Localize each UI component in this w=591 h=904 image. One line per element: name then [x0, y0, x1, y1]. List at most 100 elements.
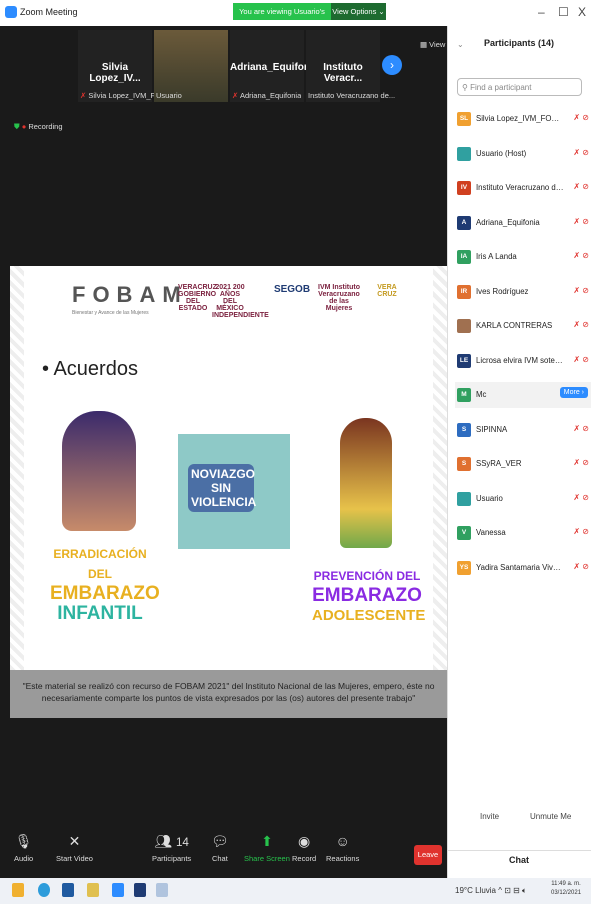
window-icon[interactable]	[156, 883, 168, 897]
participant-name: Usuario	[476, 493, 503, 503]
invite-button[interactable]: Invite	[480, 812, 499, 821]
next-page-icon[interactable]: ›	[382, 55, 402, 75]
mic-video-muted-icon: ✗ ⊘	[573, 354, 589, 364]
avatar	[457, 319, 471, 333]
video-tile[interactable]: Silvia Lopez_IV... ✗ Silvia Lopez_IVM_FO…	[78, 30, 172, 102]
participant-row[interactable]: IR Ives Rodríguez ✗ ⊘	[455, 279, 591, 305]
mic-muted-icon: ✗	[232, 91, 239, 100]
slide-disclaimer: "Este material se realizó con recurso de…	[10, 670, 447, 718]
chrome-icon[interactable]	[38, 883, 50, 897]
tile-subname: Usuario	[156, 91, 182, 100]
clock: 11:49 a. m. 03/12/2021	[551, 881, 582, 896]
avatar: S	[457, 422, 471, 437]
avatar: M	[457, 388, 471, 402]
participant-row[interactable]: IA Iris A Landa ✗ ⊘	[455, 244, 591, 270]
participant-name: Licrosa elvira IVM soteapan	[476, 355, 564, 365]
tile-subname: Instituto Veracruzano de...	[308, 91, 396, 100]
mic-video-muted-icon: ✗ ⊘	[573, 182, 589, 191]
view-button[interactable]: ▦ View	[420, 40, 445, 49]
shared-screen-slide: FOBAM Bienestar y Avance de las Mujeres …	[10, 266, 447, 670]
participant-name: Usuario (Host)	[476, 148, 527, 158]
participant-row[interactable]: LE Licrosa elvira IVM soteapan ✗ ⊘	[455, 348, 591, 374]
decorative-border	[10, 266, 24, 670]
audio-button[interactable]: 🎙︎ Audio	[14, 832, 33, 863]
participants-button[interactable]: 👥︎ 14 Participants	[152, 832, 191, 863]
participants-icon: 👥︎ 14	[154, 833, 189, 849]
tile-name: Silvia Lopez_IV...	[89, 62, 141, 84]
zoom-logo-icon	[5, 6, 17, 18]
notes-icon[interactable]	[87, 883, 99, 897]
panel-title: Participants (14)	[483, 38, 555, 48]
mic-video-muted-icon: ✗ ⊘	[573, 458, 589, 467]
participant-name: Yadira Santamaria Viveros	[476, 562, 564, 572]
video-tile[interactable]: Instituto Veracr... Instituto Veracruzan…	[306, 30, 395, 102]
video-tile[interactable]: Adriana_Equifonia ✗ Adriana_Equifonia	[230, 30, 319, 102]
decorative-border	[433, 266, 447, 670]
participant-row[interactable]: M Mc More ›	[455, 382, 591, 408]
avatar: LE	[457, 353, 471, 368]
avatar: S	[457, 457, 471, 471]
record-button[interactable]: ◉ Record	[292, 832, 316, 863]
minimize-button[interactable]: –	[538, 5, 545, 19]
view-options-button[interactable]: View Options ⌄	[331, 3, 386, 20]
participant-row[interactable]: SL Silvia Lopez_IVM_FOBAMMonito... (Me) ✗ …	[455, 106, 591, 132]
word-icon[interactable]	[62, 883, 74, 897]
record-icon: ◉	[297, 833, 311, 849]
participant-name: Adriana_Equifonia	[476, 217, 540, 227]
unmute-me-button[interactable]: Unmute Me	[530, 812, 571, 821]
file-explorer-icon[interactable]	[12, 883, 24, 897]
participant-name: KARLA CONTRERAS	[476, 321, 553, 330]
find-participant-input[interactable]: ⚲ Find a participant	[457, 78, 582, 96]
avatar: YS	[457, 560, 471, 575]
chat-button[interactable]: 💬︎ Chat	[211, 832, 229, 863]
app-icon[interactable]	[134, 883, 146, 897]
more-button[interactable]: More ›	[559, 387, 588, 398]
chat-icon: 💬︎	[211, 833, 229, 849]
participant-row[interactable]: S SIPINNA ✗ ⊘	[455, 417, 591, 443]
participant-name: Ives Rodríguez	[476, 286, 529, 296]
mic-video-muted-icon: ✗ ⊘	[573, 147, 589, 157]
maximize-button[interactable]: ☐	[558, 5, 569, 19]
participant-name: Vanessa	[476, 528, 506, 537]
zoom-taskbar-icon[interactable]	[112, 883, 124, 897]
tile-name: Adriana_Equifonia	[230, 62, 319, 73]
girl-illustration	[62, 411, 136, 531]
fobam-logo: FOBAM	[72, 282, 188, 307]
microphone-muted-icon: 🎙︎	[14, 833, 33, 849]
participant-row[interactable]: Usuario (Host) ✗ ⊘	[455, 141, 591, 167]
participant-name: Silvia Lopez_IVM_FOBAMMonito... (Me)	[476, 114, 564, 123]
participant-row[interactable]: IV Instituto Veracruzano de las Muje... ✗ …	[455, 175, 591, 201]
search-icon: ⚲	[462, 83, 468, 92]
reactions-button[interactable]: ☺ Reactions	[326, 832, 359, 863]
participant-row[interactable]: A Adriana_Equifonia ✗ ⊘	[455, 210, 591, 236]
close-button[interactable]: X	[578, 5, 586, 19]
girl-traditional-dress-illustration	[340, 418, 392, 548]
avatar: SL	[457, 112, 471, 126]
window-title: Zoom Meeting	[20, 7, 78, 17]
logo-veracruz: VERACRUZ GOBIERNO DEL ESTADO	[178, 284, 217, 312]
mic-video-muted-icon: ✗ ⊘	[573, 285, 589, 295]
participant-row[interactable]: KARLA CONTRERAS ✗ ⊘	[455, 313, 591, 339]
participant-row[interactable]: Usuario ✗ ⊘	[455, 486, 591, 512]
participant-name: SSyRA_VER	[476, 459, 522, 468]
noviazgo-title: NOVIAZGO SIN VIOLENCIA	[188, 464, 256, 512]
mic-video-muted-icon: ✗ ⊘	[573, 492, 589, 502]
share-screen-icon: ⬆	[261, 833, 273, 849]
logo-ivm: IVM Instituto Veracruzano de las Mujeres	[318, 284, 360, 312]
mic-video-muted-icon: ✗ ⊘	[573, 216, 589, 226]
chat-panel-title: Chat	[447, 850, 591, 865]
mic-video-muted-icon: ✗ ⊘	[573, 561, 589, 571]
system-tray: 19°C Lluvia ^ ⊡ ⊟ 🔈︎	[455, 886, 527, 895]
tile-subname: ✗ Adriana_Equifonia	[232, 91, 302, 100]
avatar	[457, 491, 471, 506]
video-tile-usuario[interactable]: Usuario	[154, 30, 228, 102]
leave-button[interactable]: Leave	[414, 845, 442, 865]
mic-video-muted-icon: ✗ ⊘	[573, 251, 589, 260]
participant-row[interactable]: YS Yadira Santamaria Viveros ✗ ⊘	[455, 555, 591, 581]
avatar: A	[457, 215, 471, 230]
mic-video-muted-icon: ✗ ⊘	[573, 423, 589, 433]
participant-row[interactable]: V Vanessa ✗ ⊘	[455, 520, 591, 546]
start-video-button[interactable]: ✕ Start Video	[56, 832, 93, 863]
participant-row[interactable]: S SSyRA_VER ✗ ⊘	[455, 451, 591, 477]
share-screen-button[interactable]: ⬆ Share Screen	[244, 832, 290, 863]
